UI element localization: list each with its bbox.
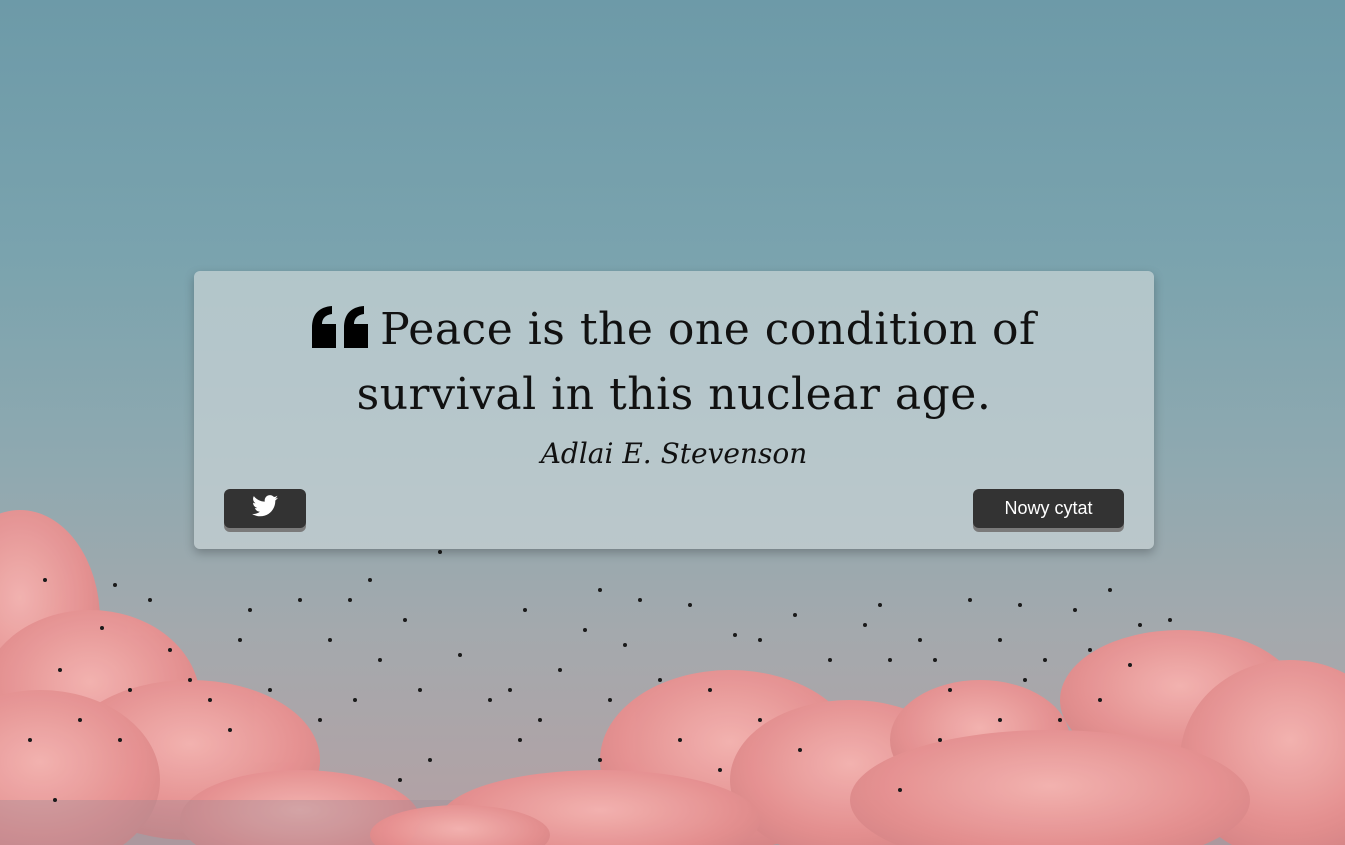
quote-text-container: Peace is the one condition of survival i… xyxy=(224,299,1124,425)
quote-card: Peace is the one condition of survival i… xyxy=(194,271,1154,549)
quote-author: Adlai E. Stevenson xyxy=(540,437,808,470)
new-quote-button[interactable]: Nowy cytat xyxy=(973,489,1124,528)
quote-text: Peace is the one condition of survival i… xyxy=(356,304,1036,420)
left-quote-icon xyxy=(312,303,370,364)
tweet-button[interactable] xyxy=(224,489,306,528)
twitter-icon xyxy=(252,495,278,522)
